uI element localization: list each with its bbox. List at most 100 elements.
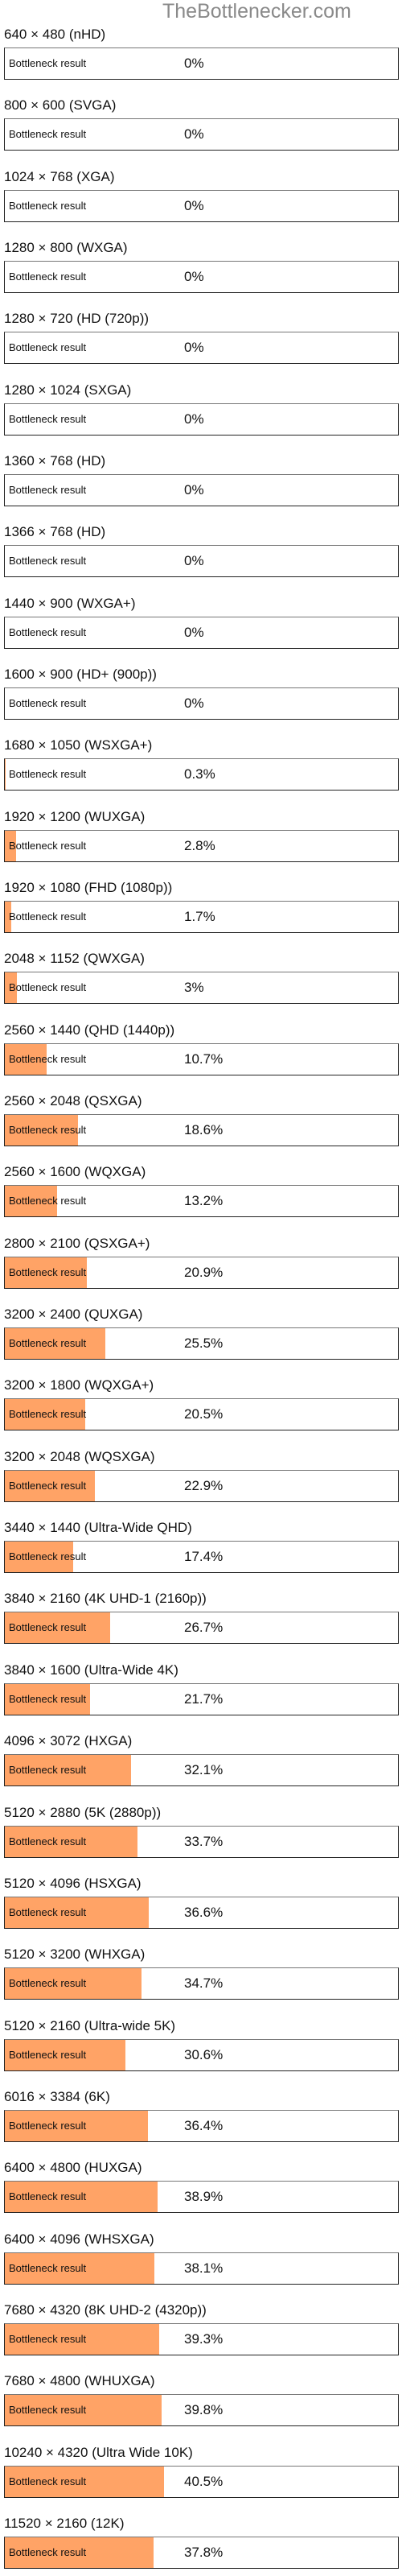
bottleneck-bar: Bottleneck result 2.8%	[4, 830, 399, 862]
bottleneck-value: 0%	[184, 411, 204, 427]
bottleneck-caption: Bottleneck result	[9, 2190, 87, 2202]
bottleneck-value: 22.9%	[184, 1478, 224, 1493]
bottleneck-caption: Bottleneck result	[9, 2262, 87, 2274]
bottleneck-value: 0.3%	[184, 766, 215, 782]
resolution-label: 4096 × 3072 (HXGA)	[4, 1733, 133, 1748]
bottleneck-value: 10.7%	[184, 1051, 224, 1067]
bottleneck-bar: Bottleneck result 21.7%	[4, 1683, 399, 1715]
bottleneck-caption: Bottleneck result	[9, 1124, 87, 1136]
bottleneck-bar: Bottleneck result 39.3%	[4, 2323, 399, 2355]
bottleneck-caption: Bottleneck result	[9, 981, 87, 993]
bottleneck-caption: Bottleneck result	[9, 2475, 87, 2487]
bottleneck-bar: Bottleneck result 0%	[4, 474, 399, 506]
bottleneck-caption: Bottleneck result	[9, 57, 87, 69]
bottleneck-caption: Bottleneck result	[9, 1835, 87, 1847]
resolution-label: 11520 × 2160 (12K)	[4, 2516, 125, 2531]
resolution-label: 3440 × 1440 (Ultra-Wide QHD)	[4, 1520, 192, 1535]
resolution-label: 7680 × 4320 (8K UHD-2 (4320p))	[4, 2302, 207, 2318]
bottleneck-value: 0%	[184, 553, 204, 568]
bottleneck-bar: Bottleneck result 36.4%	[4, 2110, 399, 2142]
bottleneck-bar: Bottleneck result 36.6%	[4, 1897, 399, 1929]
resolution-label: 2560 × 2048 (QSXGA)	[4, 1093, 142, 1108]
bottleneck-value: 17.4%	[184, 1549, 224, 1564]
bottleneck-bar: Bottleneck result 0%	[4, 687, 399, 720]
resolution-label: 3840 × 2160 (4K UHD-1 (2160p))	[4, 1591, 207, 1606]
bottleneck-caption: Bottleneck result	[9, 1337, 87, 1349]
bottleneck-bar: Bottleneck result 39.8%	[4, 2394, 399, 2426]
bottleneck-caption: Bottleneck result	[9, 1053, 87, 1065]
resolution-label: 6400 × 4800 (HUXGA)	[4, 2160, 142, 2175]
bottleneck-value: 38.9%	[184, 2189, 224, 2204]
bottleneck-value: 0%	[184, 482, 204, 497]
bottleneck-value: 39.8%	[184, 2402, 224, 2417]
bottleneck-value: 36.6%	[184, 1905, 224, 1920]
resolution-label: 2048 × 1152 (QWXGA)	[4, 951, 145, 966]
bottleneck-bar: Bottleneck result 32.1%	[4, 1754, 399, 1786]
bottleneck-caption: Bottleneck result	[9, 697, 87, 709]
resolution-label: 6016 × 3384 (6K)	[4, 2089, 110, 2104]
bottleneck-bar: Bottleneck result 0%	[4, 118, 399, 151]
bottleneck-value: 20.5%	[184, 1406, 224, 1422]
bottleneck-value: 34.7%	[184, 1975, 224, 1991]
resolution-label: 1024 × 768 (XGA)	[4, 169, 115, 184]
resolution-label: 3200 × 2400 (QUXGA)	[4, 1307, 143, 1322]
bottleneck-caption: Bottleneck result	[9, 1693, 87, 1705]
resolution-label: 1280 × 1024 (SXGA)	[4, 382, 132, 398]
bottleneck-value: 1.7%	[184, 909, 215, 924]
resolution-label: 1280 × 800 (WXGA)	[4, 240, 128, 255]
bottleneck-bar: Bottleneck result 0%	[4, 47, 399, 80]
bottleneck-value: 25.5%	[184, 1335, 224, 1351]
bottleneck-value: 30.6%	[184, 2047, 224, 2062]
resolution-label: 3200 × 2048 (WQSXGA)	[4, 1449, 155, 1464]
bottleneck-caption: Bottleneck result	[9, 1764, 87, 1776]
bottleneck-value: 18.6%	[184, 1122, 224, 1137]
bottleneck-bar: Bottleneck result 40.5%	[4, 2466, 399, 2498]
bottleneck-bar: Bottleneck result 30.6%	[4, 2039, 399, 2071]
bottleneck-value: 37.8%	[184, 2545, 224, 2560]
resolution-label: 5120 × 2880 (5K (2880p))	[4, 1805, 162, 1820]
bottleneck-bar: Bottleneck result 1.7%	[4, 901, 399, 933]
site-watermark: TheBottlenecker.com	[162, 0, 351, 23]
resolution-label: 1920 × 1080 (FHD (1080p))	[4, 880, 173, 895]
bottleneck-bar: Bottleneck result 38.9%	[4, 2181, 399, 2213]
bottleneck-value: 32.1%	[184, 1762, 224, 1777]
bottleneck-bar: Bottleneck result 22.9%	[4, 1470, 399, 1502]
bottleneck-bar: Bottleneck result 33.7%	[4, 1826, 399, 1858]
bottleneck-caption: Bottleneck result	[9, 840, 87, 852]
resolution-label: 2560 × 1600 (WQXGA)	[4, 1164, 146, 1179]
bottleneck-caption: Bottleneck result	[9, 128, 87, 140]
resolution-label: 5120 × 2160 (Ultra-wide 5K)	[4, 2018, 176, 2033]
bottleneck-value: 33.7%	[184, 1834, 224, 1849]
resolution-label: 7680 × 4800 (WHUXGA)	[4, 2373, 155, 2388]
bottleneck-bar: Bottleneck result 0%	[4, 545, 399, 577]
bottleneck-value: 0%	[184, 56, 204, 71]
bottleneck-bar: Bottleneck result 17.4%	[4, 1541, 399, 1573]
bottleneck-value: 39.3%	[184, 2331, 224, 2347]
bottleneck-bar: Bottleneck result 0%	[4, 261, 399, 293]
bottleneck-bar: Bottleneck result 37.8%	[4, 2537, 399, 2569]
bottleneck-value: 36.4%	[184, 2118, 224, 2133]
bottleneck-value: 3%	[184, 980, 204, 995]
resolution-label: 5120 × 4096 (HSXGA)	[4, 1876, 142, 1891]
bottleneck-bar: Bottleneck result 0%	[4, 617, 399, 649]
resolution-label: 1280 × 720 (HD (720p))	[4, 311, 150, 326]
resolution-label: 800 × 600 (SVGA)	[4, 97, 117, 113]
bottleneck-caption: Bottleneck result	[9, 1480, 87, 1492]
bottleneck-value: 0%	[184, 126, 204, 142]
bottleneck-value: 0%	[184, 198, 204, 213]
bottleneck-value: 0%	[184, 696, 204, 711]
bottleneck-caption: Bottleneck result	[9, 1977, 87, 1989]
resolution-label: 10240 × 4320 (Ultra Wide 10K)	[4, 2445, 193, 2460]
bottleneck-caption: Bottleneck result	[9, 341, 87, 353]
bottleneck-value: 20.9%	[184, 1265, 224, 1280]
bottleneck-caption: Bottleneck result	[9, 2546, 87, 2558]
bottleneck-bar: Bottleneck result 20.5%	[4, 1398, 399, 1430]
bottleneck-caption: Bottleneck result	[9, 1408, 87, 1420]
bottleneck-caption: Bottleneck result	[9, 1195, 87, 1207]
bottleneck-caption: Bottleneck result	[9, 626, 87, 638]
bottleneck-bar: Bottleneck result 18.6%	[4, 1114, 399, 1146]
resolution-label: 1680 × 1050 (WSXGA+)	[4, 737, 153, 753]
bottleneck-bar: Bottleneck result 3%	[4, 972, 399, 1004]
bottleneck-caption: Bottleneck result	[9, 484, 87, 496]
bottleneck-value: 0%	[184, 340, 204, 355]
